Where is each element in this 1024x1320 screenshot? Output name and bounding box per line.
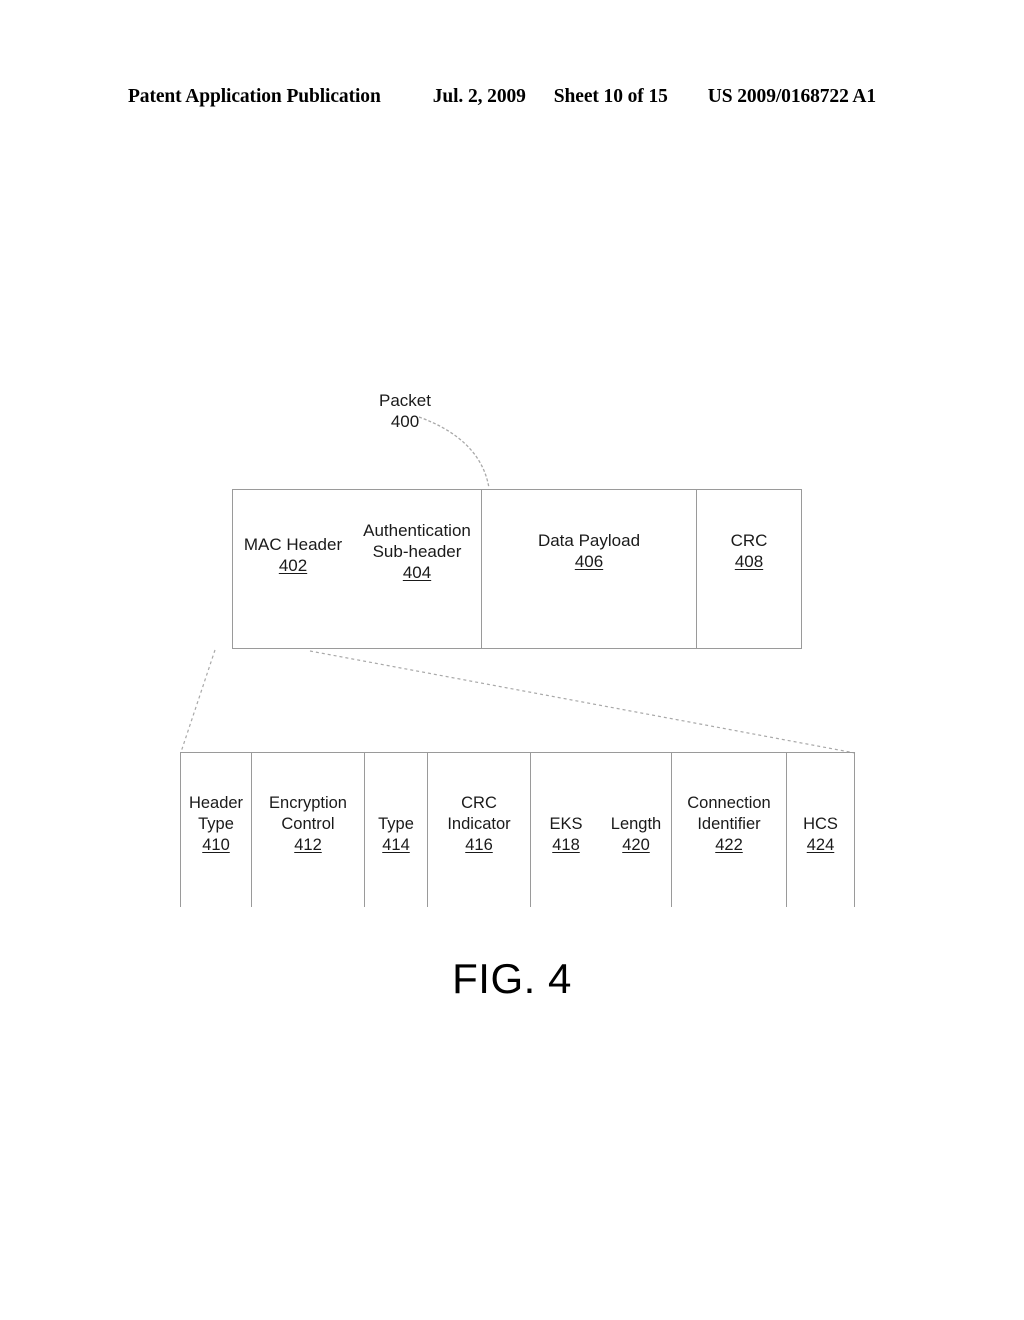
mac-field-header-type-ref: 410 [202, 836, 230, 854]
leader-lines [180, 416, 856, 754]
mac-field-type-ref: 414 [382, 836, 410, 854]
sheet-number: Sheet 10 of 15 [553, 86, 668, 107]
mac-field-eks-label: EKS [549, 815, 583, 833]
packet-field-data-payload-label: Data Payload [537, 531, 641, 550]
mac-field-encryption-control-ref: 412 [294, 836, 322, 854]
mac-field-crc-indicator-label-line1: CRC [461, 794, 497, 812]
packet-field-auth-subheader: Authentication Sub-header 404 [353, 490, 481, 648]
mac-field-connection-identifier-label-line1: Connection [687, 794, 771, 812]
figure-caption: FIG. 4 [452, 955, 572, 1002]
mac-header-fields-diagram: Header Type 410 Encryption Control 412 T… [180, 752, 855, 907]
mac-field-crc-indicator-label-line2: Indicator [447, 815, 511, 833]
mac-field-encryption-control: Encryption Control 412 [252, 753, 365, 907]
packet-field-data-payload: Data Payload 406 [481, 490, 696, 648]
packet-field-mac-header-ref: 402 [278, 556, 308, 575]
mac-field-length-label: Length [610, 815, 662, 833]
packet-field-auth-subheader-label-line1: Authentication [363, 521, 471, 540]
patent-number: US 2009/0168722 A1 [707, 86, 877, 107]
packet-callout-ref: 400 [390, 412, 420, 431]
expansion-leader-left [180, 649, 216, 753]
mac-field-type-label: Type [378, 815, 414, 833]
mac-field-eks-ref: 418 [552, 836, 580, 854]
packet-field-mac-header-label: MAC Header [243, 535, 343, 554]
mac-field-header-type: Header Type 410 [180, 753, 252, 907]
publication-header: Patent Application Publication Jul. 2, 2… [128, 86, 896, 112]
mac-field-connection-identifier-label-line2: Identifier [697, 815, 761, 833]
mac-field-eks: EKS 418 [539, 814, 593, 856]
mac-field-connection-identifier-ref: 422 [715, 836, 743, 854]
packet-callout-label: Packet 400 [357, 390, 453, 432]
mac-field-encryption-control-label-line2: Control [281, 815, 335, 833]
mac-field-header-type-label-line2: Type [198, 815, 234, 833]
mac-field-encryption-control-label-line1: Encryption [269, 794, 347, 812]
mac-field-hcs-ref: 424 [806, 836, 835, 854]
expansion-leader-right [309, 650, 856, 754]
packet-field-crc-label: CRC [730, 531, 768, 550]
mac-field-header-type-label-line1: Header [188, 794, 244, 812]
packet-field-auth-subheader-label-line2: Sub-header [372, 542, 462, 561]
mac-field-type: Type 414 [365, 753, 428, 907]
mac-field-length: Length 420 [609, 814, 663, 856]
mac-field-eks-length-group: EKS 418 Length 420 [531, 753, 672, 907]
mac-field-crc-indicator: CRC Indicator 416 [428, 753, 531, 907]
mac-field-hcs-label: HCS [803, 815, 838, 833]
packet-structure-diagram: MAC Header 402 Authentication Sub-header… [232, 489, 802, 649]
packet-field-auth-subheader-ref: 404 [402, 563, 432, 582]
mac-field-hcs: HCS 424 [787, 753, 855, 907]
mac-field-length-ref: 420 [622, 836, 650, 854]
publication-date: Jul. 2, 2009 [432, 86, 526, 107]
mac-field-connection-identifier: Connection Identifier 422 [672, 753, 787, 907]
packet-field-crc-ref: 408 [734, 552, 764, 571]
packet-field-crc: CRC 408 [696, 490, 801, 648]
mac-field-crc-indicator-ref: 416 [465, 836, 493, 854]
packet-field-data-payload-ref: 406 [574, 552, 604, 571]
packet-field-mac-header: MAC Header 402 [233, 490, 353, 648]
packet-callout-text: Packet [379, 391, 431, 410]
publication-title: Patent Application Publication [128, 86, 381, 107]
